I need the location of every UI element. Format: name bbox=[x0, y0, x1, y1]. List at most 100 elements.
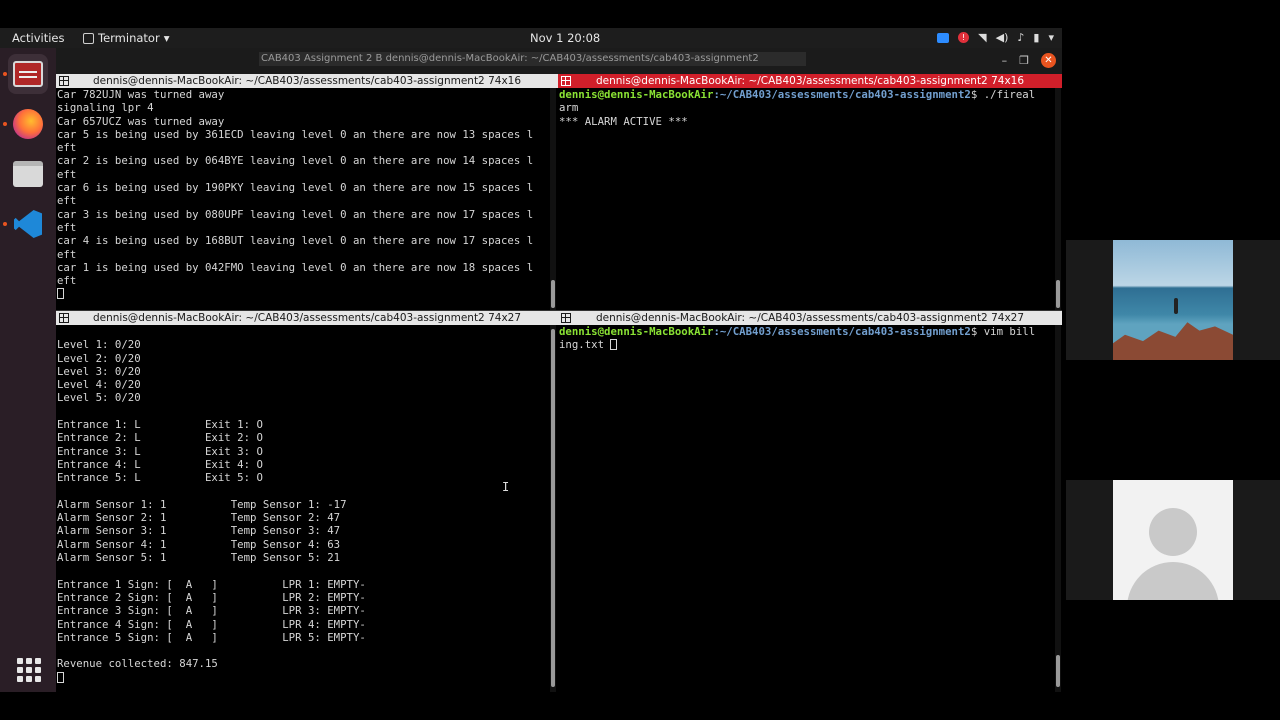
terminal-line: eft bbox=[57, 220, 77, 234]
terminal-line: Alarm Sensor 5: 1 Temp Sensor 5: 21 bbox=[57, 551, 341, 565]
pane-title: dennis@dennis-MacBookAir: ~/CAB403/asses… bbox=[595, 75, 1025, 87]
zoom-icon[interactable] bbox=[937, 32, 950, 43]
terminal-line: car 3 is being used by 080UPF leaving le… bbox=[57, 207, 534, 221]
terminal-line: Revenue collected: 847.15 bbox=[57, 657, 218, 671]
files-icon bbox=[13, 161, 43, 187]
terminal-line: car 4 is being used by 168BUT leaving le… bbox=[57, 234, 534, 248]
record-icon[interactable]: ! bbox=[958, 32, 970, 43]
restore-icon[interactable]: ❐ bbox=[1019, 54, 1029, 67]
terminal-line: Entrance 3 Sign: [ A ] LPR 3: EMPTY- bbox=[57, 604, 366, 618]
pane-title: dennis@dennis-MacBookAir: ~/CAB403/asses… bbox=[595, 312, 1025, 324]
scroll-thumb[interactable] bbox=[1056, 655, 1060, 687]
pane-titlebar[interactable]: dennis@dennis-MacBookAir: ~/CAB403/asses… bbox=[56, 74, 558, 88]
activities-button[interactable]: Activities bbox=[12, 31, 64, 45]
terminal-line: Entrance 1: L Exit 1: O bbox=[57, 418, 263, 432]
terminal-output: dennis@dennis-MacBookAir:~/CAB403/assess… bbox=[559, 325, 1035, 352]
avatar bbox=[1113, 480, 1233, 600]
terminal-line: eft bbox=[57, 247, 77, 261]
prompt-path: :~/CAB403/assessments/cab403-assignment2 bbox=[713, 88, 971, 101]
scroll-thumb[interactable] bbox=[551, 329, 555, 687]
mic-icon[interactable]: ♪ bbox=[1017, 31, 1024, 44]
wifi-icon[interactable]: ◥ bbox=[978, 31, 986, 44]
scrollbar[interactable] bbox=[550, 325, 556, 692]
terminal-line: Entrance 2: L Exit 2: O bbox=[57, 431, 263, 445]
volume-icon[interactable]: ◀) bbox=[996, 31, 1009, 44]
scrollbar[interactable] bbox=[1055, 88, 1061, 310]
scrollbar[interactable] bbox=[550, 88, 556, 310]
terminal-line: Entrance 4 Sign: [ A ] LPR 4: EMPTY- bbox=[57, 617, 366, 631]
terminator-small-icon bbox=[83, 32, 94, 44]
scroll-thumb[interactable] bbox=[1056, 280, 1060, 308]
dock-files[interactable] bbox=[8, 154, 48, 194]
pane-title: dennis@dennis-MacBookAir: ~/CAB403/asses… bbox=[92, 75, 522, 87]
terminal-line: Entrance 3: L Exit 3: O bbox=[57, 444, 263, 458]
app-menu[interactable]: Terminator ▾ bbox=[83, 31, 169, 45]
prompt-user: dennis@dennis-MacBookAir bbox=[559, 88, 714, 101]
pane-titlebar[interactable]: dennis@dennis-MacBookAir: ~/CAB403/asses… bbox=[56, 311, 558, 325]
command: $ ./fireal bbox=[970, 88, 1036, 101]
terminator-icon bbox=[13, 61, 43, 87]
battery-icon[interactable]: ▮ bbox=[1033, 31, 1039, 44]
terminal-output: dennis@dennis-MacBookAir:~/CAB403/assess… bbox=[559, 88, 1035, 128]
dock-vscode[interactable] bbox=[8, 204, 48, 244]
pane-titlebar-active[interactable]: dennis@dennis-MacBookAir: ~/CAB403/asses… bbox=[558, 74, 1062, 88]
terminal-pane-bottom-right[interactable]: dennis@dennis-MacBookAir: ~/CAB403/asses… bbox=[558, 311, 1062, 692]
terminal-line: signaling lpr 4 bbox=[57, 101, 154, 115]
pane-grip-icon[interactable] bbox=[561, 313, 571, 323]
terminal-line: eft bbox=[57, 274, 77, 288]
running-indicator bbox=[3, 72, 7, 76]
terminal-pane-top-left[interactable]: dennis@dennis-MacBookAir: ~/CAB403/asses… bbox=[56, 74, 558, 310]
terminal-cursor bbox=[57, 671, 64, 683]
close-icon[interactable]: ✕ bbox=[1041, 53, 1056, 68]
terminal-cursor bbox=[610, 339, 618, 351]
terminal-line: Car 782UJN was turned away bbox=[57, 88, 225, 101]
pane-title: dennis@dennis-MacBookAir: ~/CAB403/asses… bbox=[92, 312, 522, 324]
terminal-line: Level 3: 0/20 bbox=[57, 364, 141, 378]
dock-terminator[interactable] bbox=[8, 54, 48, 94]
dock-firefox[interactable] bbox=[8, 104, 48, 144]
terminal-line: car 2 is being used by 064BYE leaving le… bbox=[57, 154, 534, 168]
system-tray[interactable]: ! ◥ ◀) ♪ ▮ ▾ bbox=[937, 31, 1054, 44]
terminal-line: Alarm Sensor 3: 1 Temp Sensor 3: 47 bbox=[57, 524, 341, 538]
participant-tile[interactable] bbox=[1066, 240, 1280, 360]
terminal-line: Entrance 2 Sign: [ A ] LPR 2: EMPTY- bbox=[57, 590, 366, 604]
scrollbar[interactable] bbox=[1055, 325, 1061, 692]
terminal-cursor bbox=[57, 288, 64, 300]
window-titlebar[interactable]: CAB403 Assignment 2 B dennis@dennis-MacB… bbox=[56, 48, 1062, 74]
firefox-icon bbox=[13, 109, 43, 139]
pane-titlebar[interactable]: dennis@dennis-MacBookAir: ~/CAB403/asses… bbox=[558, 311, 1062, 325]
terminal-cursor-line bbox=[57, 287, 533, 300]
video-participants bbox=[1066, 240, 1280, 600]
terminal-line: Entrance 5: L Exit 5: O bbox=[57, 471, 263, 485]
pane-grip-icon[interactable] bbox=[561, 76, 571, 86]
terminal-line: Entrance 4: L Exit 4: O bbox=[57, 457, 263, 471]
terminal-pane-top-right[interactable]: dennis@dennis-MacBookAir: ~/CAB403/asses… bbox=[558, 74, 1062, 310]
terminal-line: Alarm Sensor 1: 1 Temp Sensor 1: -17 bbox=[57, 497, 347, 511]
terminal-line: eft bbox=[57, 141, 77, 155]
terminal-line: car 6 is being used by 190PKY leaving le… bbox=[57, 181, 534, 195]
terminal-output: Level 1: 0/20 Level 2: 0/20 Level 3: 0/20 L… bbox=[57, 325, 366, 684]
terminal-line: Alarm Sensor 4: 1 Temp Sensor 4: 63 bbox=[57, 537, 341, 551]
terminal-pane-bottom-left[interactable]: dennis@dennis-MacBookAir: ~/CAB403/asses… bbox=[56, 311, 558, 692]
clock[interactable]: Nov 1 20:08 bbox=[530, 31, 600, 45]
terminal-line: Level 4: 0/20 bbox=[57, 378, 141, 392]
participant-tile[interactable] bbox=[1066, 480, 1280, 600]
terminal-line: Level 2: 0/20 bbox=[57, 351, 141, 365]
pane-grip-icon[interactable] bbox=[59, 76, 69, 86]
participant-video bbox=[1113, 240, 1233, 360]
show-apps-icon[interactable] bbox=[17, 658, 41, 682]
terminal-cursor-line bbox=[57, 671, 366, 684]
command-wrap: ing.txt bbox=[559, 338, 611, 352]
dock bbox=[0, 48, 56, 692]
prompt-path: :~/CAB403/assessments/cab403-assignment2 bbox=[713, 325, 971, 338]
minimize-icon[interactable]: – bbox=[1002, 54, 1008, 67]
pane-grip-icon[interactable] bbox=[59, 313, 69, 323]
terminal-line: eft bbox=[57, 167, 77, 181]
scroll-thumb[interactable] bbox=[551, 280, 555, 308]
power-menu-icon[interactable]: ▾ bbox=[1048, 31, 1054, 44]
